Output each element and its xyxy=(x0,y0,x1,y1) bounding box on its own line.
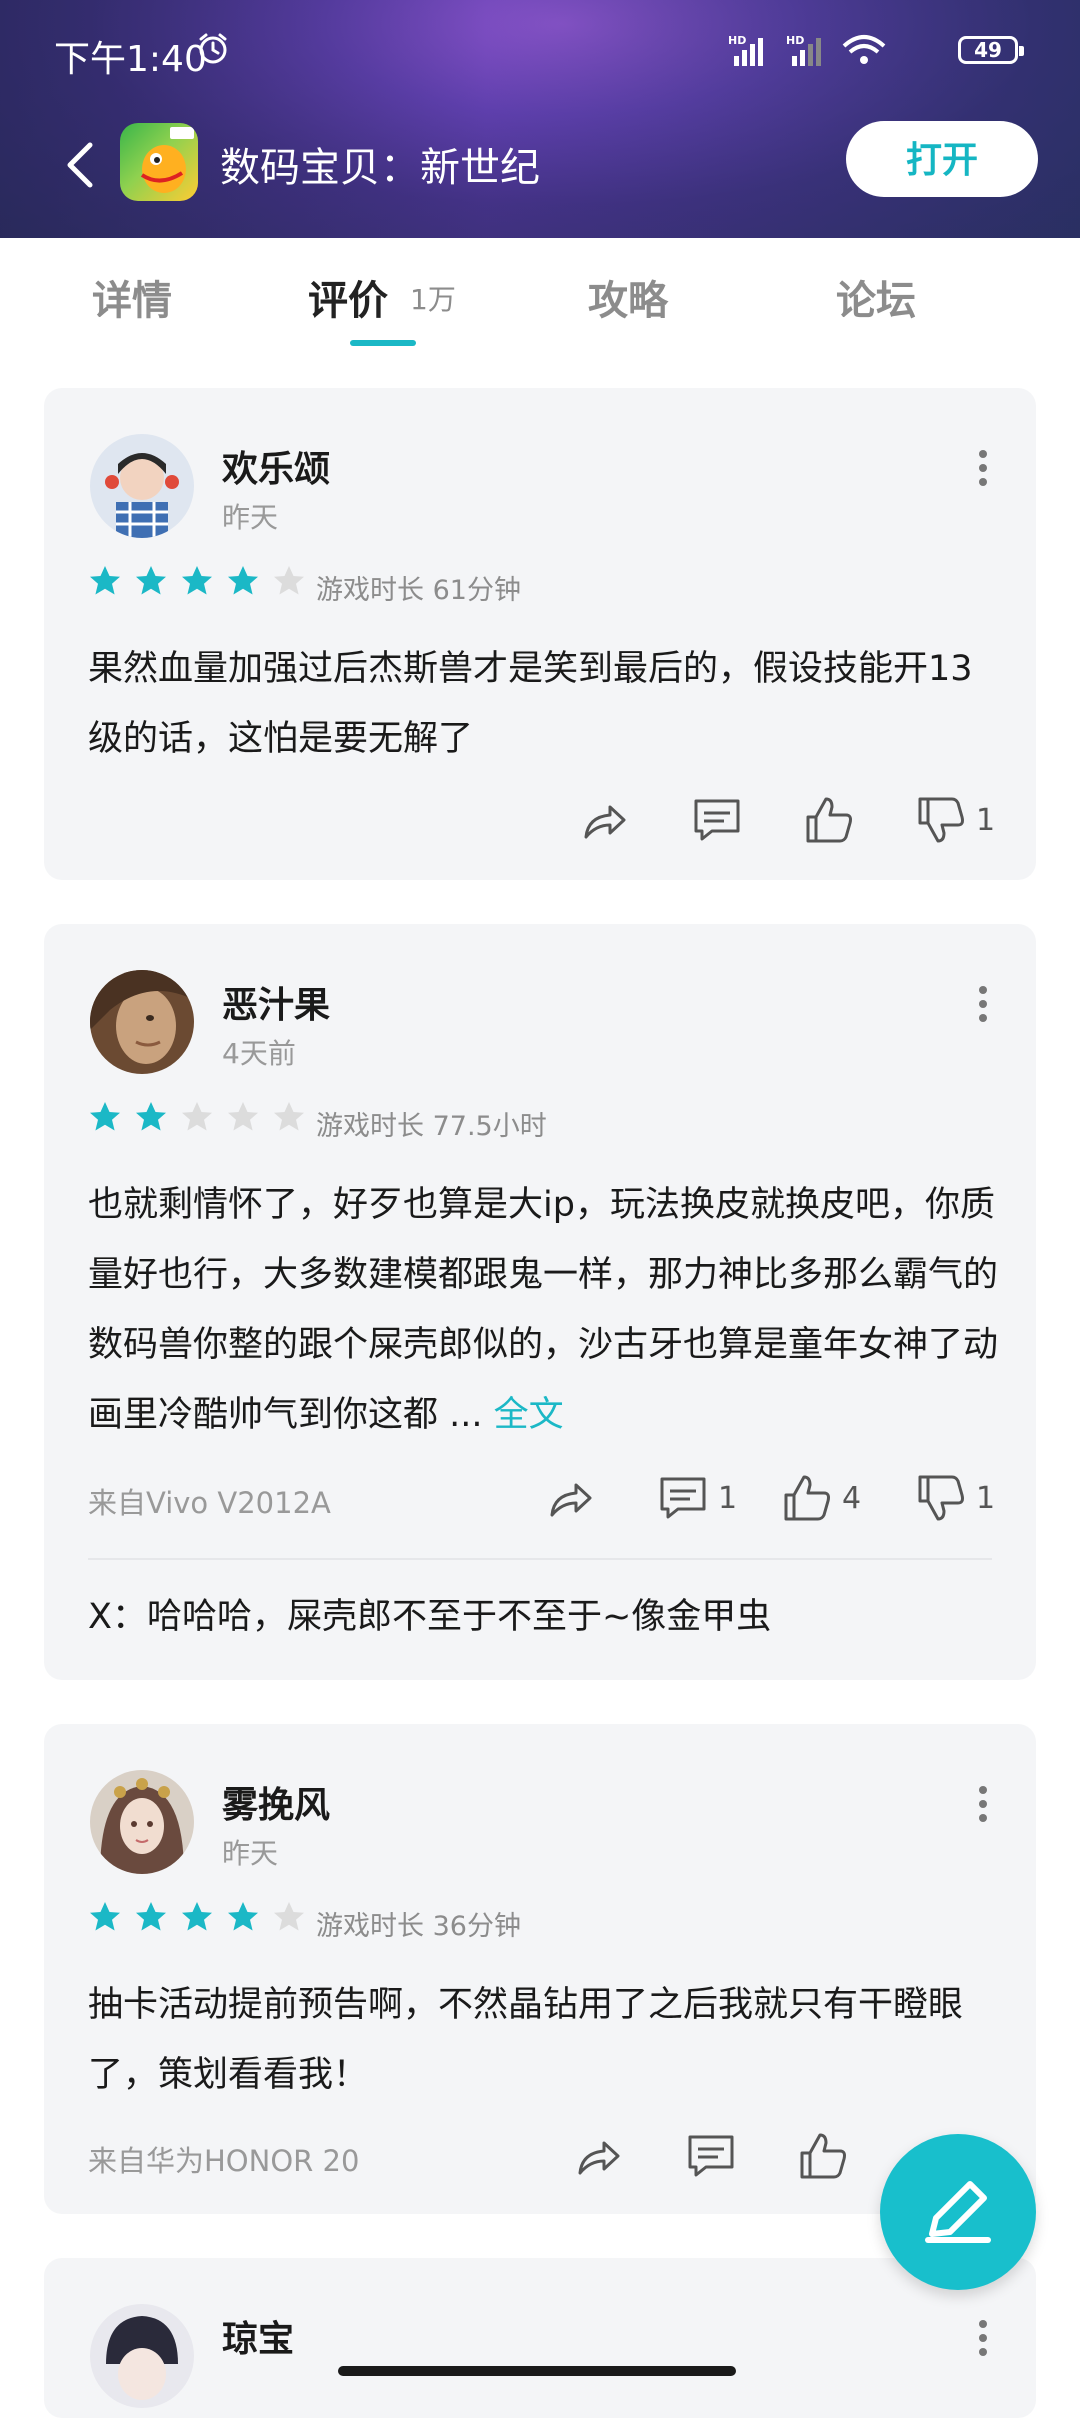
review-content: 也就剩情怀了，好歹也算是大ip，玩法换皮就换皮吧，你质量好也行，大多数建模都跟鬼… xyxy=(88,1170,998,1450)
svg-text:HD: HD xyxy=(786,34,804,47)
review-card: 恶汁果 4天前 游戏时长 77.5小时 也就剩情怀了，好歹也算是大ip，玩法换皮… xyxy=(44,924,1036,1680)
star-icon xyxy=(274,566,304,595)
star-icon xyxy=(274,1102,304,1131)
like-button[interactable] xyxy=(796,2126,850,2186)
app-header: 下午1:40 HD HD 49 数码宝贝：新世纪 打开 xyxy=(0,0,1080,238)
app-nav-row: 数码宝贝：新世纪 打开 xyxy=(0,115,1080,215)
tab-reviews-count: 1万 xyxy=(410,283,456,316)
share-icon xyxy=(550,1483,592,1517)
app-icon xyxy=(120,123,198,201)
open-button[interactable]: 打开 xyxy=(846,121,1038,197)
star-icon xyxy=(182,1102,212,1131)
more-dots-icon[interactable] xyxy=(978,2318,988,2358)
divider xyxy=(88,1558,992,1560)
comment-button[interactable]: 1 xyxy=(656,1468,737,1528)
thumbs-down-icon xyxy=(918,797,964,843)
star-icon xyxy=(136,1902,166,1931)
star-icon xyxy=(182,1902,212,1931)
star-rating xyxy=(88,564,306,598)
share-button[interactable] xyxy=(572,2126,626,2186)
reply-text[interactable]: X：哈哈哈，屎壳郎不至于不至于~像金甲虫 xyxy=(88,1588,771,1639)
thumbs-up-icon xyxy=(800,2133,846,2179)
alarm-icon xyxy=(199,33,227,64)
comment-button[interactable] xyxy=(684,2126,738,2186)
tab-forum[interactable]: 论坛 xyxy=(836,268,916,326)
tab-details[interactable]: 详情 xyxy=(92,268,172,326)
star-icon xyxy=(90,1102,120,1131)
like-button[interactable] xyxy=(802,790,856,850)
star-icon xyxy=(228,1902,258,1931)
app-title: 数码宝贝：新世纪 xyxy=(220,145,540,191)
active-tab-indicator xyxy=(350,340,416,346)
review-content: 抽卡活动提前预告啊，不然晶钻用了之后我就只有干瞪眼了，策划看看我！ xyxy=(88,1985,964,2095)
star-icon xyxy=(274,1902,304,1931)
star-icon xyxy=(136,1102,166,1131)
battery-indicator: 49 xyxy=(958,36,1024,64)
dislike-button[interactable]: 1 xyxy=(914,790,995,850)
username[interactable]: 恶汁果 xyxy=(222,976,330,1028)
svg-text:HD: HD xyxy=(728,34,746,47)
star-icon xyxy=(228,1102,258,1131)
avatar[interactable] xyxy=(90,970,194,1074)
status-time: 下午1:40 xyxy=(54,39,207,80)
share-icon xyxy=(578,2141,620,2175)
like-button[interactable]: 4 xyxy=(780,1468,861,1528)
share-icon xyxy=(584,805,626,839)
star-icon xyxy=(90,566,120,595)
like-count: 4 xyxy=(842,1480,862,1516)
tab-guides[interactable]: 攻略 xyxy=(588,268,668,326)
dislike-button[interactable]: 1 xyxy=(914,1468,995,1528)
play-time: 游戏时长 36分钟 xyxy=(316,1911,521,1942)
comment-count: 1 xyxy=(718,1480,738,1516)
more-dots-icon[interactable] xyxy=(978,1784,988,1824)
username[interactable]: 雾挽风 xyxy=(222,1776,330,1828)
avatar[interactable] xyxy=(90,2304,194,2408)
comment-icon xyxy=(694,799,740,841)
review-content: 果然血量加强过后杰斯兽才是笑到最后的，假设技能开13级的话，这怕是要无解了 xyxy=(88,649,973,759)
dislike-count: 1 xyxy=(976,802,996,838)
username[interactable]: 琼宝 xyxy=(222,2310,294,2362)
thumbs-up-icon xyxy=(784,1475,830,1521)
dislike-count: 1 xyxy=(976,1480,996,1516)
tab-reviews[interactable]: 评价 xyxy=(308,268,388,326)
star-rating xyxy=(88,1900,306,1934)
comment-icon xyxy=(660,1477,706,1519)
edit-pen-icon xyxy=(925,2181,991,2243)
more-dots-icon[interactable] xyxy=(978,448,988,488)
review-time: 昨天 xyxy=(222,1837,279,1870)
share-button[interactable] xyxy=(544,1468,598,1528)
thumbs-up-icon xyxy=(806,797,852,843)
tab-bar: 详情 评价 1万 攻略 论坛 xyxy=(0,238,1080,358)
star-icon xyxy=(228,566,258,595)
thumbs-down-icon xyxy=(918,1475,964,1521)
username[interactable]: 欢乐颂 xyxy=(222,440,330,492)
comment-icon xyxy=(688,2135,734,2177)
home-indicator[interactable] xyxy=(338,2366,736,2376)
review-card: 欢乐颂 昨天 游戏时长 61分钟 果然血量加强过后杰斯兽才是笑到最后的，假设技能… xyxy=(44,388,1036,880)
back-arrow-icon[interactable] xyxy=(60,135,100,195)
avatar[interactable] xyxy=(90,1770,194,1874)
star-icon xyxy=(182,566,212,595)
star-icon xyxy=(90,1902,120,1931)
play-time: 游戏时长 61分钟 xyxy=(316,575,521,606)
status-bar: 下午1:40 HD HD 49 xyxy=(0,0,1080,100)
full-text-link[interactable]: 全文 xyxy=(494,1395,564,1435)
comment-button[interactable] xyxy=(690,790,744,850)
avatar[interactable] xyxy=(90,434,194,538)
device-source: 来自Vivo V2012A xyxy=(88,1486,331,1520)
device-source: 来自华为HONOR 20 xyxy=(88,2144,360,2178)
more-dots-icon[interactable] xyxy=(978,984,988,1024)
share-button[interactable] xyxy=(578,790,632,850)
review-time: 4天前 xyxy=(222,1037,296,1070)
review-time: 昨天 xyxy=(222,501,279,534)
star-icon xyxy=(136,566,166,595)
write-review-button[interactable] xyxy=(880,2134,1036,2290)
star-rating xyxy=(88,1100,306,1134)
play-time: 游戏时长 77.5小时 xyxy=(316,1111,547,1142)
